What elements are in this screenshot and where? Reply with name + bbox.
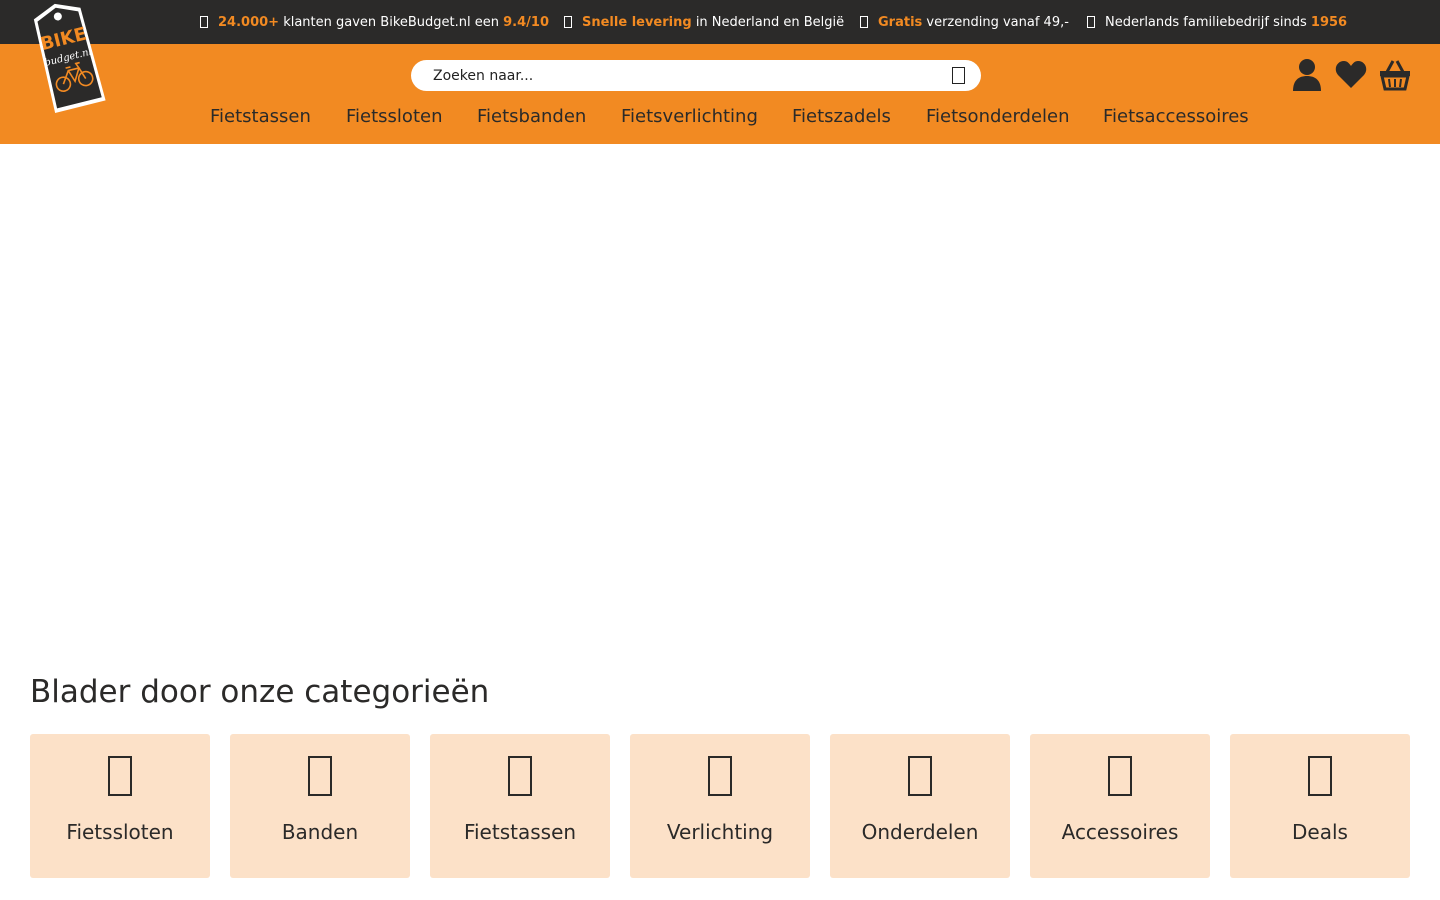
accessories-icon — [1108, 756, 1132, 796]
package-icon — [860, 16, 868, 28]
usp-reviews-count: 24.000+ — [218, 14, 280, 30]
category-label: Fietstassen — [463, 820, 577, 844]
nav-item-fietsverlichting[interactable]: Fietsverlichting — [621, 106, 758, 127]
logo[interactable]: BIKE budget.nl — [28, 0, 110, 114]
usp-delivery-highlight: Snelle levering — [582, 14, 692, 30]
category-card-fietssloten[interactable]: Fietssloten — [30, 734, 210, 878]
nav-item-fietsbanden[interactable]: Fietsbanden — [477, 106, 586, 127]
usp-family-text: Nederlands familiebedrijf sinds — [1105, 14, 1311, 30]
section-title-categories: Blader door onze categorieën — [30, 674, 490, 710]
star-icon — [200, 16, 208, 28]
nav-item-fietsonderdelen[interactable]: Fietsonderdelen — [926, 106, 1070, 127]
category-card-banden[interactable]: Banden — [230, 734, 410, 878]
light-icon — [708, 756, 732, 796]
nav-item-fietsaccessoires[interactable]: Fietsaccessoires — [1103, 106, 1249, 127]
user-icon[interactable] — [1292, 58, 1322, 92]
search-bar — [411, 60, 981, 91]
category-card-deals[interactable]: Deals — [1230, 734, 1410, 878]
usp-shipping-text: verzending vanaf 49,- — [922, 14, 1069, 30]
category-card-accessoires[interactable]: Accessoires — [1030, 734, 1210, 878]
usp-bar: 24.000+ klanten gaven BikeBudget.nl een … — [0, 0, 1440, 44]
search-input[interactable] — [411, 60, 931, 91]
category-card-onderdelen[interactable]: Onderdelen — [830, 734, 1010, 878]
basket-icon[interactable] — [1379, 58, 1411, 92]
category-label: Onderdelen — [861, 820, 979, 844]
usp-shipping-highlight: Gratis — [878, 14, 923, 30]
heart-icon[interactable] — [1335, 58, 1367, 92]
lock-icon — [108, 756, 132, 796]
main-nav: Fietstassen Fietssloten Fietsbanden Fiet… — [0, 106, 1440, 136]
deals-icon — [1308, 756, 1332, 796]
category-label: Banden — [281, 820, 359, 844]
category-label: Deals — [1292, 820, 1348, 844]
category-label: Verlichting — [666, 820, 774, 844]
nav-item-fietszadels[interactable]: Fietszadels — [792, 106, 891, 127]
usp-reviews: 24.000+ klanten gaven BikeBudget.nl een … — [200, 0, 549, 44]
tire-icon — [308, 756, 332, 796]
category-label: Accessoires — [1061, 820, 1179, 844]
usp-delivery-text: in Nederland en België — [691, 14, 845, 30]
site-header: Fietstassen Fietssloten Fietsbanden Fiet… — [0, 44, 1440, 144]
category-card-fietstassen[interactable]: Fietstassen — [430, 734, 610, 878]
usp-family: Nederlands familiebedrijf sinds 1956 — [1087, 0, 1347, 44]
parts-icon — [908, 756, 932, 796]
truck-icon — [564, 16, 572, 28]
category-card-verlichting[interactable]: Verlichting — [630, 734, 810, 878]
usp-reviews-text: klanten gaven BikeBudget.nl een — [279, 14, 504, 30]
usp-family-year: 1956 — [1310, 14, 1348, 30]
category-label: Fietssloten — [66, 820, 174, 844]
nav-item-fietstassen[interactable]: Fietstassen — [210, 106, 311, 127]
usp-shipping: Gratis verzending vanaf 49,- — [860, 0, 1069, 44]
nav-item-fietssloten[interactable]: Fietssloten — [346, 106, 443, 127]
bag-icon — [508, 756, 532, 796]
usp-delivery: Snelle levering in Nederland en België — [564, 0, 844, 44]
search-icon[interactable] — [952, 67, 965, 84]
home-icon — [1087, 16, 1095, 28]
usp-reviews-score: 9.4/10 — [503, 14, 549, 30]
